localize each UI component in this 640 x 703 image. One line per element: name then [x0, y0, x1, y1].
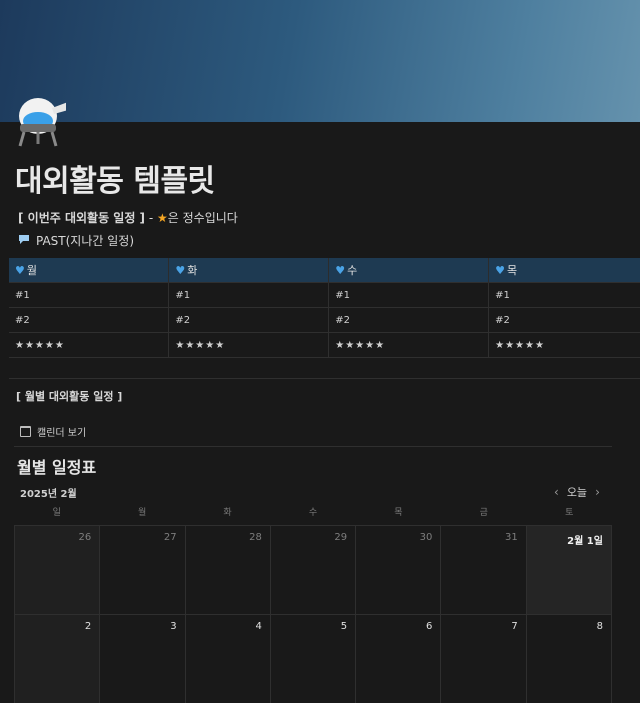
- past-link[interactable]: PAST(지나간 일정): [18, 232, 134, 249]
- day-number: 5: [340, 621, 348, 632]
- calendar-week-row: 26 27 28 29 30 31 2월 1일: [14, 525, 612, 614]
- cover-image: [0, 0, 640, 122]
- table-cell[interactable]: #2: [9, 307, 170, 333]
- calendar-day-cell[interactable]: 4: [184, 615, 270, 703]
- day-number: 4: [255, 621, 262, 632]
- column-header-tue[interactable]: ♥ 화: [168, 258, 330, 283]
- star-icon: ★: [157, 211, 168, 225]
- table-cell[interactable]: #2: [488, 307, 640, 333]
- rating-stars[interactable]: ★★★★★: [488, 332, 640, 358]
- calendar-day-cell[interactable]: 30: [355, 526, 441, 614]
- weekday-label: 수: [308, 508, 318, 518]
- calendar-day-cell[interactable]: 26: [14, 526, 100, 614]
- current-month: 2025년 2월: [20, 489, 77, 500]
- prev-month-button[interactable]: ‹: [554, 485, 559, 499]
- blue-heart-icon: ♥: [335, 264, 346, 277]
- calendar-grid: 26 27 28 29 30 31 2월 1일 2 3 4 5 6 7 8: [14, 525, 612, 703]
- past-link-label: PAST(지나간 일정): [36, 234, 135, 248]
- blue-heart-icon: ♥: [175, 264, 186, 277]
- table-row: ★★★★★ ★★★★★ ★★★★★ ★★★★★: [9, 332, 640, 358]
- day-number: 2: [84, 621, 92, 632]
- day-number: 8: [596, 621, 603, 632]
- weekday-label: 일: [52, 508, 61, 518]
- column-header-thu[interactable]: ♥ 목: [488, 258, 640, 283]
- calendar-day-cell[interactable]: 6: [355, 615, 441, 703]
- calendar-view-tab[interactable]: 캘린더 보기: [20, 424, 86, 439]
- divider: [14, 446, 612, 447]
- weekly-heading-label: [ 이번주 대외활동 일정 ]: [18, 211, 146, 225]
- day-number: 30: [419, 532, 433, 543]
- rating-stars[interactable]: ★★★★★: [9, 332, 170, 358]
- calendar-week-row: 2 3 4 5 6 7 8: [14, 614, 612, 703]
- rating-stars[interactable]: ★★★★★: [328, 332, 490, 358]
- calendar-day-cell[interactable]: 27: [99, 526, 185, 614]
- blue-heart-icon: ♥: [15, 264, 25, 277]
- weekly-heading: [ 이번주 대외활동 일정 ] - ★은 정수입니다: [18, 209, 238, 226]
- calendar-day-cell[interactable]: 3: [99, 615, 185, 703]
- table-cell[interactable]: #2: [168, 307, 330, 333]
- today-button[interactable]: 오늘: [567, 484, 587, 500]
- column-header-wed[interactable]: ♥ 수: [328, 258, 490, 283]
- day-number: 6: [426, 621, 433, 632]
- day-number: 29: [334, 532, 348, 543]
- weekday-label: 토: [565, 508, 574, 518]
- calendar-day-cell[interactable]: 28: [184, 526, 270, 614]
- weekday-label: 월: [137, 508, 147, 518]
- table-row: #2 #2 #2 #2: [9, 307, 640, 333]
- table-cell[interactable]: #1: [328, 282, 490, 308]
- calendar-title: 월별 일정표: [17, 458, 97, 477]
- column-header-mon[interactable]: ♥ 월: [9, 258, 170, 283]
- calendar-day-cell[interactable]: 2: [14, 615, 100, 703]
- calendar-day-cell[interactable]: 8: [525, 615, 612, 703]
- calendar-day-cell[interactable]: 31: [440, 526, 526, 614]
- calendar-icon: [20, 426, 31, 437]
- rating-stars[interactable]: ★★★★★: [168, 332, 330, 358]
- table-cell[interactable]: #1: [9, 282, 170, 308]
- blue-heart-icon: ♥: [495, 264, 505, 277]
- table-cell[interactable]: #1: [168, 282, 330, 308]
- next-month-button[interactable]: ›: [595, 485, 600, 499]
- day-number: 28: [249, 532, 262, 543]
- calendar-day-cell[interactable]: 7: [440, 615, 526, 703]
- calendar-day-cell[interactable]: 29: [269, 526, 356, 614]
- monthly-heading: [ 월별 대외활동 일정 ]: [16, 390, 123, 403]
- calendar-day-cell[interactable]: 2월 1일: [525, 526, 612, 614]
- weekday-label: 목: [394, 508, 403, 518]
- divider: [9, 378, 640, 379]
- table-cell[interactable]: #2: [328, 307, 490, 333]
- table-row: #1 #1 #1 #1: [9, 282, 640, 308]
- column-header-label: 수: [347, 264, 358, 277]
- page-title: 대외활동 템플릿: [15, 164, 215, 199]
- day-number: 31: [504, 532, 518, 543]
- weekday-label: 금: [479, 508, 488, 518]
- table-cell[interactable]: #1: [488, 282, 640, 308]
- calendar-view-label: 캘린더 보기: [37, 428, 87, 439]
- weekly-schedule-table: ♥ 월 ♥ 화 ♥ 수 ♥ 목 #1 #1 #1 #1 #2 #2 #2 #2 ★★★★…: [9, 258, 640, 358]
- day-number: 7: [511, 621, 518, 632]
- day-number: 27: [163, 532, 177, 543]
- weekday-label: 화: [223, 508, 232, 518]
- day-number: 2월 1일: [567, 536, 603, 547]
- column-header-label: 화: [187, 264, 198, 277]
- column-header-label: 월: [26, 264, 37, 277]
- weekly-heading-sep: -: [145, 211, 158, 225]
- day-number: 3: [170, 621, 177, 632]
- column-header-label: 목: [507, 264, 518, 277]
- speech-bubble-icon: [18, 234, 30, 248]
- weekday-header: 일 월 화 수 목 금 토: [14, 505, 612, 523]
- calendar-nav: ‹ 오늘 ›: [554, 484, 600, 500]
- day-number: 26: [78, 532, 92, 543]
- weekly-heading-note: 은 정수입니다: [167, 211, 238, 225]
- crystal-ball-icon[interactable]: [14, 94, 68, 148]
- calendar-day-cell[interactable]: 5: [269, 615, 356, 703]
